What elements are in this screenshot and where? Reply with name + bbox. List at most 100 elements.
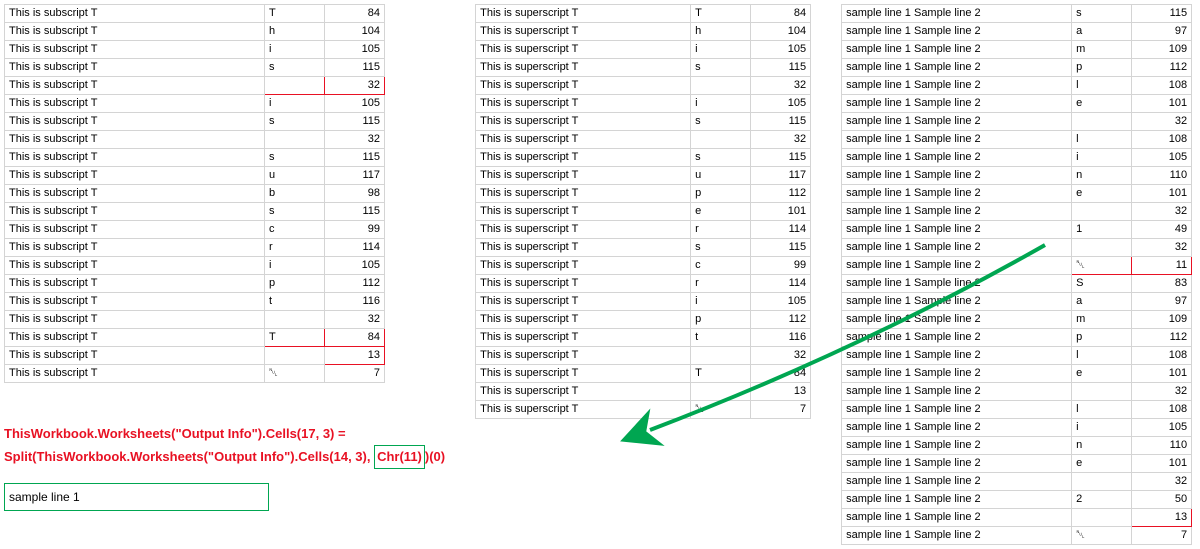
cell-code: 105 — [751, 293, 811, 311]
cell-label: This is subscript T — [5, 149, 265, 167]
cell-label: This is superscript T — [476, 113, 691, 131]
cell-label: sample line 1 Sample line 2 — [842, 437, 1072, 455]
cell-label: sample line 1 Sample line 2 — [842, 509, 1072, 527]
cell-char: i — [265, 41, 325, 59]
table-row: sample line 1 Sample line 232 — [842, 203, 1192, 221]
table-sample: sample line 1 Sample line 2s115sample li… — [841, 4, 1192, 545]
cell-char: i — [1072, 419, 1132, 437]
cell-label: sample line 1 Sample line 2 — [842, 41, 1072, 59]
cell-label: This is subscript T — [5, 113, 265, 131]
table-row: This is superscript Tr114 — [476, 221, 811, 239]
table-row: sample line 1 Sample line 2m109 — [842, 41, 1192, 59]
cell-char — [691, 131, 751, 149]
cell-char: t — [691, 329, 751, 347]
cell-code: 108 — [1132, 401, 1192, 419]
cell-code: 115 — [325, 149, 385, 167]
cell-code: 115 — [1132, 5, 1192, 23]
cell-label: This is subscript T — [5, 23, 265, 41]
block-sample: sample line 1 Sample line 2s115sample li… — [841, 4, 1192, 545]
cell-char: ␀ — [1072, 527, 1132, 545]
table-row: This is subscript TT84 — [5, 329, 385, 347]
cell-label: This is superscript T — [476, 311, 691, 329]
cell-char: i — [691, 95, 751, 113]
cell-label: This is superscript T — [476, 5, 691, 23]
cell-char: s — [265, 59, 325, 77]
cell-label: This is superscript T — [476, 257, 691, 275]
cell-label: This is superscript T — [476, 383, 691, 401]
table-row: This is subscript Tr114 — [5, 239, 385, 257]
table-row: This is superscript T32 — [476, 131, 811, 149]
cell-code: 112 — [751, 311, 811, 329]
cell-code: 101 — [1132, 95, 1192, 113]
cell-code: 32 — [1132, 239, 1192, 257]
code-line-2: Split(ThisWorkbook.Worksheets("Output In… — [4, 445, 445, 469]
cell-code: 109 — [1132, 41, 1192, 59]
cell-char: ␀ — [265, 365, 325, 383]
cell-char: s — [265, 113, 325, 131]
cell-char: i — [265, 95, 325, 113]
cell-char: ␀ — [691, 401, 751, 419]
table-row: sample line 1 Sample line 2i105 — [842, 419, 1192, 437]
cell-char: i — [691, 293, 751, 311]
cell-char: l — [1072, 131, 1132, 149]
sample-output-box: sample line 1 — [4, 483, 269, 511]
cell-code: 115 — [751, 149, 811, 167]
cell-char: r — [691, 221, 751, 239]
cell-char: b — [265, 185, 325, 203]
cell-label: This is subscript T — [5, 203, 265, 221]
table-row: sample line 1 Sample line 2149 — [842, 221, 1192, 239]
cell-code: 112 — [751, 185, 811, 203]
cell-char: r — [265, 239, 325, 257]
cell-label: sample line 1 Sample line 2 — [842, 347, 1072, 365]
table-row: This is superscript Ti105 — [476, 95, 811, 113]
cell-code: 115 — [325, 113, 385, 131]
cell-label: sample line 1 Sample line 2 — [842, 5, 1072, 23]
cell-char: s — [691, 239, 751, 257]
cell-char: c — [691, 257, 751, 275]
cell-char: i — [691, 41, 751, 59]
table-row: This is subscript T 32 — [5, 77, 385, 95]
cell-code: 50 — [1132, 491, 1192, 509]
cell-code: 7 — [1132, 527, 1192, 545]
cell-code: 97 — [1132, 293, 1192, 311]
cell-label: sample line 1 Sample line 2 — [842, 167, 1072, 185]
table-row: sample line 1 Sample line 2p112 — [842, 329, 1192, 347]
table-row: This is superscript Ti105 — [476, 41, 811, 59]
cell-label: This is subscript T — [5, 131, 265, 149]
table-row: This is superscript Th104 — [476, 23, 811, 41]
table-row: sample line 1 Sample line 2a97 — [842, 293, 1192, 311]
cell-code: 115 — [751, 113, 811, 131]
table-row: sample line 1 Sample line 2s115 — [842, 5, 1192, 23]
cell-char: p — [691, 185, 751, 203]
cell-code: 101 — [1132, 365, 1192, 383]
cell-char: l — [1072, 77, 1132, 95]
cell-code: 112 — [325, 275, 385, 293]
cell-label: This is superscript T — [476, 149, 691, 167]
cell-code: 32 — [751, 77, 811, 95]
cell-label: sample line 1 Sample line 2 — [842, 383, 1072, 401]
tables-container: This is subscript TT84This is subscript … — [4, 4, 1196, 545]
cell-char: e — [1072, 455, 1132, 473]
cell-label: This is subscript T — [5, 59, 265, 77]
cell-char: p — [1072, 59, 1132, 77]
cell-char — [1072, 509, 1132, 527]
cell-char: e — [1072, 185, 1132, 203]
cell-char — [265, 77, 325, 95]
cell-label: This is subscript T — [5, 77, 265, 95]
cell-label: This is subscript T — [5, 347, 265, 365]
cell-char: T — [265, 329, 325, 347]
cell-code: 114 — [751, 221, 811, 239]
cell-code: 105 — [325, 41, 385, 59]
table-row: This is subscript Th104 — [5, 23, 385, 41]
cell-label: sample line 1 Sample line 2 — [842, 401, 1072, 419]
cell-code: 32 — [1132, 383, 1192, 401]
cell-code: 98 — [325, 185, 385, 203]
cell-code: 101 — [1132, 185, 1192, 203]
cell-code: 105 — [325, 257, 385, 275]
cell-label: This is subscript T — [5, 221, 265, 239]
table-row: This is subscript Ti105 — [5, 95, 385, 113]
cell-code: 116 — [751, 329, 811, 347]
cell-code: 32 — [325, 77, 385, 95]
table-row: This is subscript Tb98 — [5, 185, 385, 203]
table-subscript: This is subscript TT84This is subscript … — [4, 4, 385, 383]
